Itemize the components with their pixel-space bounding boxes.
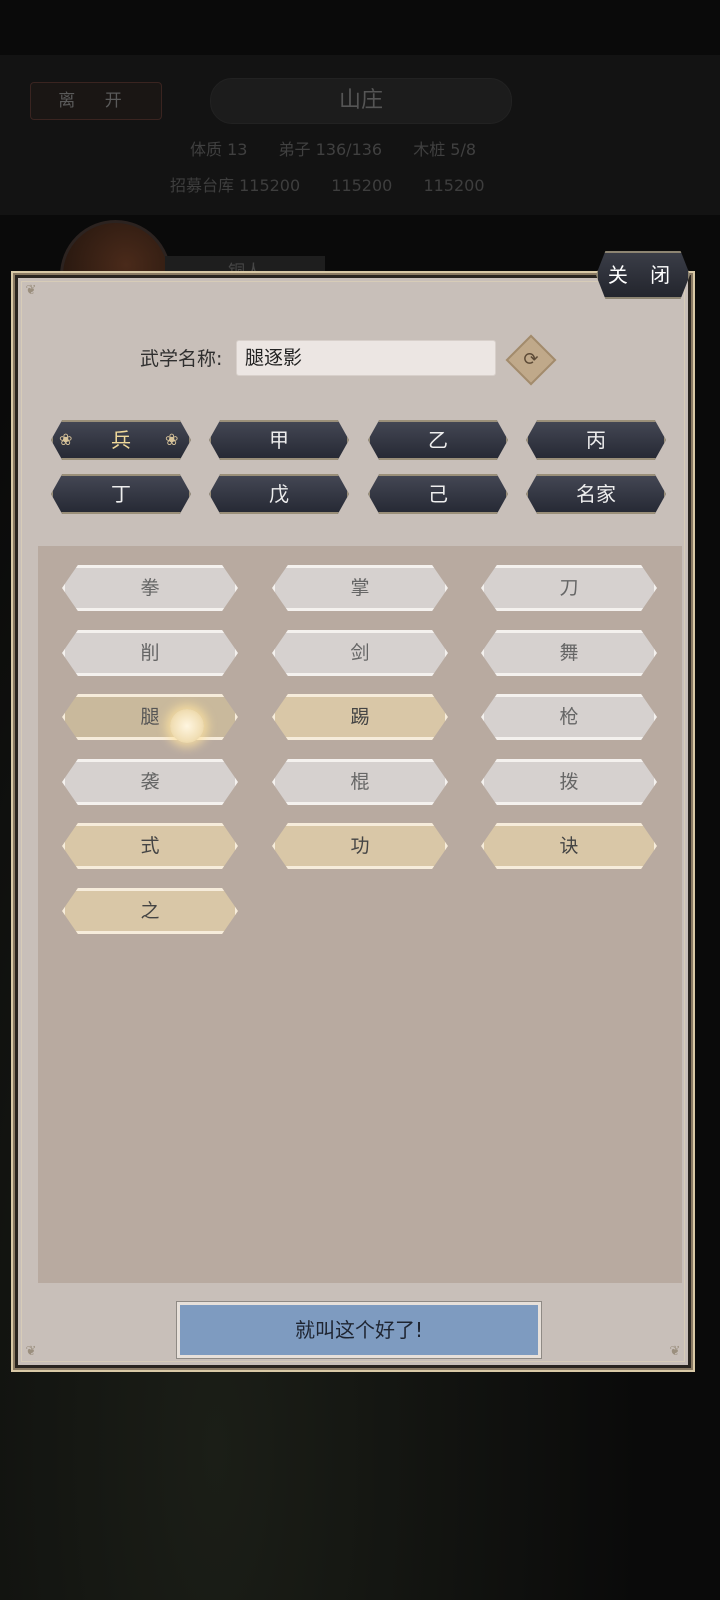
word-tile[interactable]: 袭 <box>62 759 238 805</box>
leave-button: 离 开 <box>30 82 162 120</box>
grade-tab-label: 名家 <box>576 482 616 506</box>
name-label: 武学名称: <box>140 348 223 370</box>
word-tile[interactable]: 舞 <box>481 630 657 676</box>
stat-text: 115200 <box>423 176 485 195</box>
grade-tab-label: 戊 <box>269 482 289 506</box>
word-tile[interactable]: 踢 <box>272 694 448 740</box>
touch-indicator <box>170 709 204 743</box>
flower-ornament-icon: ❀ <box>165 430 179 449</box>
word-tile-label: 式 <box>140 835 160 857</box>
stat-text: 木桩 5/8 <box>413 140 477 159</box>
grade-tab-label: 己 <box>428 482 448 506</box>
word-tile-label: 剑 <box>350 642 370 664</box>
close-button[interactable]: 关 闭 <box>596 251 690 299</box>
word-tile-label: 腿 <box>140 706 160 728</box>
grade-tab-7[interactable]: 名家 <box>526 474 666 514</box>
stats-row-1: 体质 13 弟子 136/136 木桩 5/8 <box>190 136 610 160</box>
grade-tab-5[interactable]: 戊 <box>209 474 349 514</box>
word-tile-label: 舞 <box>559 642 579 664</box>
stats-row-2: 招募台库 115200 115200 115200 <box>170 172 630 196</box>
word-tile-label: 袭 <box>140 771 160 793</box>
word-tile[interactable]: 拨 <box>481 759 657 805</box>
corner-ornament-icon: ❦ <box>25 1344 37 1359</box>
grade-tab-label: 兵 <box>111 428 131 452</box>
stat-text: 招募台库 115200 <box>170 176 301 195</box>
word-tile[interactable]: 枪 <box>481 694 657 740</box>
word-tile-label: 之 <box>140 900 160 922</box>
word-tile-label: 踢 <box>350 706 370 728</box>
confirm-button[interactable]: 就叫这个好了! <box>176 1301 542 1359</box>
location-title: 山庄 <box>210 78 512 124</box>
word-tile-label: 削 <box>140 642 160 664</box>
word-tile-label: 枪 <box>559 706 579 728</box>
word-tile-label: 诀 <box>559 835 579 857</box>
word-tile-label: 拨 <box>559 771 579 793</box>
grade-tab-2[interactable]: 乙 <box>368 420 508 460</box>
grade-tab-4[interactable]: 丁 <box>51 474 191 514</box>
refresh-icon: ⟳ <box>523 349 539 370</box>
word-tile-label: 功 <box>350 835 370 857</box>
grade-tab-label: 甲 <box>269 428 289 452</box>
word-tile-label: 刀 <box>559 577 579 599</box>
word-tile[interactable]: 掌 <box>272 565 448 611</box>
word-tile-label: 拳 <box>140 577 160 599</box>
word-tile[interactable]: 式 <box>62 823 238 869</box>
stat-text: 弟子 136/136 <box>278 140 383 159</box>
word-tile[interactable]: 削 <box>62 630 238 676</box>
flower-ornament-icon: ❀ <box>59 430 73 449</box>
word-tile[interactable]: 刀 <box>481 565 657 611</box>
word-tile-label: 掌 <box>350 577 370 599</box>
word-tile[interactable]: 拳 <box>62 565 238 611</box>
grade-tab-label: 丁 <box>111 482 131 506</box>
word-tile[interactable]: 之 <box>62 888 238 934</box>
grade-tab-label: 丙 <box>586 428 606 452</box>
word-tile[interactable]: 棍 <box>272 759 448 805</box>
grade-tab-0[interactable]: 兵 ❀ ❀ <box>51 420 191 460</box>
corner-ornament-icon: ❦ <box>669 1344 681 1359</box>
word-tile-label: 棍 <box>350 771 370 793</box>
stat-text: 体质 13 <box>190 140 248 159</box>
word-tile[interactable]: 剑 <box>272 630 448 676</box>
corner-ornament-icon: ❦ <box>25 283 37 298</box>
grade-tab-label: 乙 <box>428 428 448 452</box>
word-tile[interactable]: 功 <box>272 823 448 869</box>
word-tile[interactable]: 腿 <box>62 694 238 740</box>
word-tile[interactable]: 诀 <box>481 823 657 869</box>
grade-tab-1[interactable]: 甲 <box>209 420 349 460</box>
grade-tab-6[interactable]: 己 <box>368 474 508 514</box>
name-input[interactable]: 腿逐影 <box>236 340 496 376</box>
grade-tab-3[interactable]: 丙 <box>526 420 666 460</box>
stat-text: 115200 <box>331 176 393 195</box>
